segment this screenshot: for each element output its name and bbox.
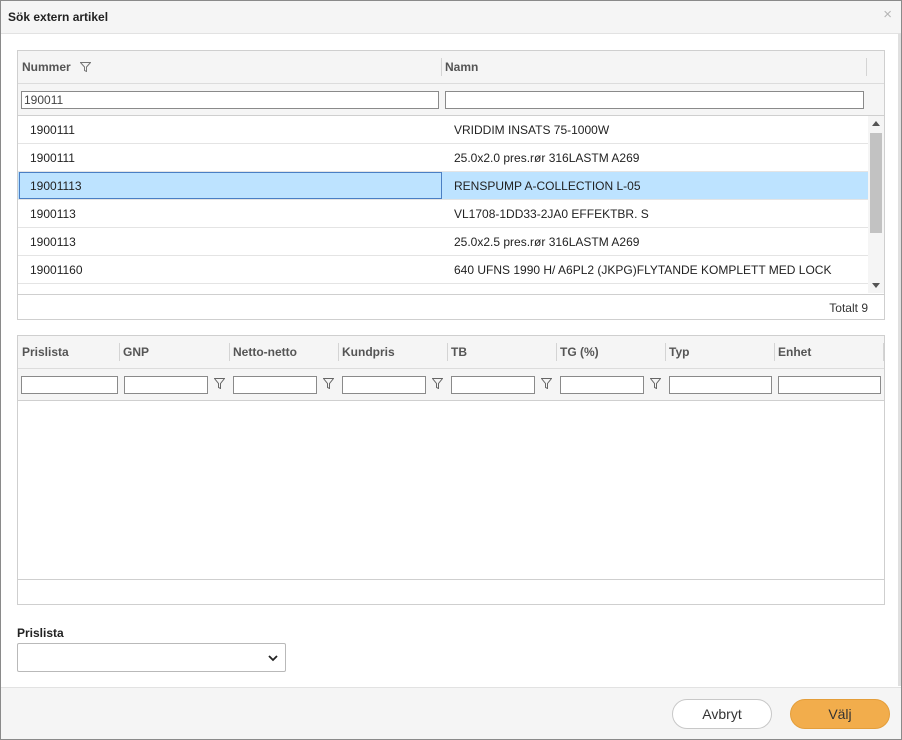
filter-icon[interactable]	[323, 378, 334, 389]
column-separator	[866, 58, 867, 76]
column-header-tb[interactable]: TB	[447, 336, 467, 368]
cell-namn: VRIDDIM INSATS 75-1000W	[454, 123, 610, 137]
tb-filter-input[interactable]	[451, 376, 535, 394]
cell-nummer: 1900113	[30, 207, 76, 221]
cell-nummer: 19001113	[30, 179, 82, 193]
cell-nummer: 19001160	[30, 263, 83, 277]
scrollbar-thumb[interactable]	[870, 133, 882, 233]
tg-filter-input[interactable]	[560, 376, 644, 394]
column-header-kundpris[interactable]: Kundpris	[338, 336, 395, 368]
gnp-filter-input[interactable]	[124, 376, 208, 394]
column-header-typ[interactable]: Typ	[665, 336, 689, 368]
column-label: Kundpris	[342, 345, 395, 359]
table-row[interactable]: 1900113 VL1708-1DD33-2JA0 EFFEKTBR. S	[18, 200, 868, 228]
select-button[interactable]: Välj	[790, 699, 890, 729]
column-label: GNP	[123, 345, 150, 359]
typ-filter-input[interactable]	[669, 376, 772, 394]
filter-icon[interactable]	[541, 378, 552, 389]
column-label-nummer: Nummer	[22, 60, 71, 74]
table-row[interactable]: 19001160 640 UFNS 1990 H/ A6PL2 (JKPG)FL…	[18, 256, 868, 284]
chevron-down-icon	[268, 655, 278, 662]
cell-namn: 25.0x2.5 pres.rør 316LASTM A269	[454, 235, 640, 249]
column-label: Enhet	[778, 345, 812, 359]
column-header-nummer[interactable]: Nummer	[18, 51, 92, 83]
enhet-filter-input[interactable]	[778, 376, 881, 394]
prislista-filter-input[interactable]	[21, 376, 118, 394]
cancel-button[interactable]: Avbryt	[672, 699, 772, 729]
column-label-namn: Namn	[445, 60, 479, 74]
cell-namn: 25.0x2.0 pres.rør 316LASTM A269	[454, 151, 640, 165]
price-grid-filter-row	[18, 369, 884, 401]
filter-icon[interactable]	[650, 378, 661, 389]
column-label: TG (%)	[560, 345, 599, 359]
column-label: Typ	[669, 345, 690, 359]
filter-icon[interactable]	[214, 378, 225, 389]
article-grid-scrollbar[interactable]	[868, 116, 884, 293]
table-row[interactable]: 1900111 VRIDDIM INSATS 75-1000W	[18, 116, 868, 144]
namn-filter-input[interactable]	[445, 91, 864, 109]
table-row[interactable]: 1900113 25.0x2.5 pres.rør 316LASTM A269	[18, 228, 868, 256]
cell-nummer: 1900111	[30, 151, 75, 165]
article-grid-body: 1900111 VRIDDIM INSATS 75-1000W 1900111 …	[18, 116, 868, 293]
article-grid: Nummer Namn 1900111 VRIDDIM INSATS 75-10…	[17, 50, 885, 320]
column-label: Netto-netto	[233, 345, 297, 359]
column-header-namn[interactable]: Namn	[441, 51, 478, 83]
total-count: Totalt 9	[829, 301, 868, 315]
article-grid-header: Nummer Namn	[18, 51, 884, 84]
article-grid-footer: Totalt 9	[18, 294, 884, 319]
search-external-article-dialog: Sök extern artikel × Nummer Namn 190011 1	[0, 0, 902, 740]
column-separator	[883, 343, 884, 361]
price-grid: Prislista GNP Netto-netto Kundpris TB TG…	[17, 335, 885, 605]
column-label: TB	[451, 345, 467, 359]
focused-cell-outline	[19, 172, 442, 199]
price-grid-footer	[18, 579, 884, 604]
column-label: Prislista	[22, 345, 69, 359]
price-grid-header: Prislista GNP Netto-netto Kundpris TB TG…	[18, 336, 884, 369]
column-header-tg[interactable]: TG (%)	[556, 336, 599, 368]
prislista-select[interactable]	[17, 643, 286, 672]
kundpris-filter-input[interactable]	[342, 376, 426, 394]
table-row[interactable]: 1900111 25.0x2.0 pres.rør 316LASTM A269	[18, 144, 868, 172]
nummer-filter-input[interactable]	[21, 91, 439, 109]
dialog-footer: Avbryt Välj	[1, 687, 901, 739]
close-icon[interactable]: ×	[883, 6, 892, 23]
column-header-enhet[interactable]: Enhet	[774, 336, 811, 368]
column-header-gnp[interactable]: GNP	[119, 336, 149, 368]
cell-nummer: 1900113	[30, 235, 76, 249]
price-grid-body	[18, 401, 884, 579]
column-header-prislista[interactable]: Prislista	[18, 336, 69, 368]
netto-netto-filter-input[interactable]	[233, 376, 317, 394]
cell-nummer: 1900111	[30, 123, 75, 137]
filter-icon[interactable]	[432, 378, 443, 389]
prislista-label: Prislista	[17, 626, 64, 640]
article-grid-filter-row	[18, 84, 884, 116]
scroll-down-icon[interactable]	[872, 283, 880, 288]
dialog-title: Sök extern artikel	[8, 10, 109, 24]
scroll-up-icon[interactable]	[872, 121, 880, 126]
cell-namn: RENSPUMP A-COLLECTION L-05	[454, 179, 641, 193]
table-row-selected[interactable]: 19001113 RENSPUMP A-COLLECTION L-05	[18, 172, 868, 200]
column-header-netto-netto[interactable]: Netto-netto	[229, 336, 297, 368]
dialog-scrollbar-edge	[898, 34, 901, 686]
cell-namn: VL1708-1DD33-2JA0 EFFEKTBR. S	[454, 207, 649, 221]
filter-icon[interactable]	[80, 62, 92, 72]
cell-namn: 640 UFNS 1990 H/ A6PL2 (JKPG)FLYTANDE KO…	[454, 263, 832, 277]
dialog-titlebar: Sök extern artikel ×	[1, 1, 901, 34]
